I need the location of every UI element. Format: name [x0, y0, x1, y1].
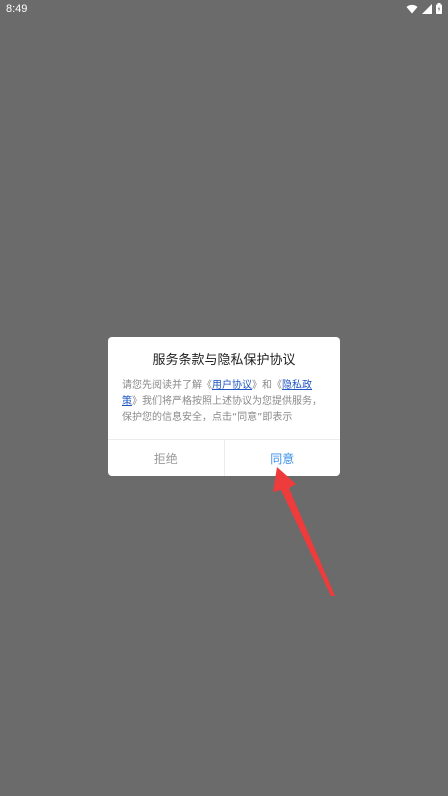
- screen: 8:49 服务条款与隐私保护协议 请您先阅读并了解《用户协议》和《隐私政策》我们…: [0, 0, 448, 796]
- red-arrow-icon: [273, 467, 335, 596]
